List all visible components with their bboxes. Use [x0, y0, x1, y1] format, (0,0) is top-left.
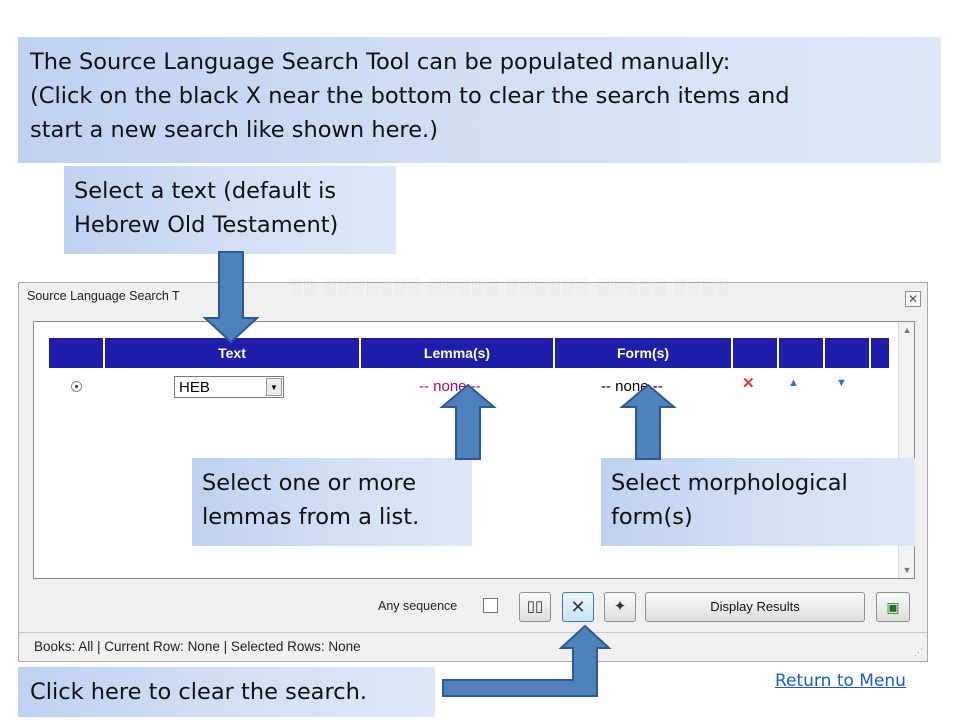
lemma-selector[interactable]: -- none --: [419, 378, 481, 395]
scroll-up-icon[interactable]: ▲: [899, 322, 915, 338]
header-forms[interactable]: Form(s): [555, 338, 733, 368]
export-button[interactable]: ▣: [876, 592, 910, 622]
select-lemmas-line-1: Select one or more: [202, 470, 417, 496]
intro-line-3: start a new search like shown here.): [30, 117, 438, 143]
scroll-down-icon[interactable]: ▼: [899, 562, 915, 578]
select-text-line-1: Select a text (default is: [74, 178, 337, 204]
text-select-value: HEB: [179, 379, 210, 396]
intro-callout: The Source Language Search Tool can be p…: [18, 37, 941, 163]
select-forms-line-1: Select morphological: [611, 470, 848, 496]
book-filter-button[interactable]: ▯▯: [519, 592, 551, 622]
row-select-radio[interactable]: [71, 381, 82, 392]
header-delete-col: [733, 338, 779, 368]
any-sequence-label: Any sequence: [378, 599, 458, 613]
clear-search-callout: Click here to clear the search.: [18, 667, 435, 717]
clear-search-button[interactable]: ✕: [562, 592, 594, 622]
select-text-line-2: Hebrew Old Testament): [74, 212, 339, 238]
export-icon: ▣: [886, 599, 900, 615]
status-text: Books: All | Current Row: None | Selecte…: [34, 639, 361, 654]
select-lemmas-line-2: lemmas from a list.: [202, 504, 420, 530]
header-text[interactable]: Text: [105, 338, 361, 368]
return-to-menu-link[interactable]: Return to Menu: [775, 671, 906, 691]
clear-search-line-1: Click here to clear the search.: [30, 679, 367, 705]
header-extra-col: [871, 338, 891, 368]
any-sequence-checkbox[interactable]: [483, 598, 498, 613]
window-title: Source Language Search T: [27, 289, 180, 303]
options-icon: ✦: [613, 598, 627, 615]
header-select-col: [49, 338, 105, 368]
text-select-dropdown[interactable]: HEB ▼: [174, 376, 284, 398]
settings-button[interactable]: ✦: [604, 592, 636, 622]
select-forms-line-2: form(s): [611, 504, 693, 530]
intro-line-2: (Click on the black X near the bottom to…: [30, 83, 790, 109]
move-down-icon[interactable]: ▼: [836, 377, 847, 389]
select-lemmas-callout: Select one or more lemmas from a list.: [192, 458, 472, 546]
select-forms-callout: Select morphological form(s): [601, 458, 915, 546]
move-up-icon[interactable]: ▲: [788, 377, 799, 389]
books-icon: ▯▯: [526, 598, 544, 615]
header-down-col: [825, 338, 871, 368]
close-icon[interactable]: ✕: [905, 291, 921, 307]
resize-grip-icon[interactable]: ⋰: [914, 647, 923, 658]
form-selector[interactable]: -- none --: [601, 378, 663, 395]
display-results-button[interactable]: Display Results: [645, 592, 865, 622]
select-text-callout: Select a text (default is Hebrew Old Tes…: [64, 166, 396, 254]
clear-x-icon: ✕: [570, 597, 586, 617]
delete-row-icon[interactable]: ✕: [742, 374, 755, 392]
header-lemmas[interactable]: Lemma(s): [361, 338, 555, 368]
status-bar: Books: All | Current Row: None | Selecte…: [19, 632, 927, 661]
chevron-down-icon[interactable]: ▼: [266, 378, 282, 396]
background-ghost-text: ░░ ░░░░░░░ ░░░░░ ░░░░░░ ░░░░░ ░░░░: [289, 277, 730, 296]
header-up-col: [779, 338, 825, 368]
intro-line-1: The Source Language Search Tool can be p…: [30, 49, 731, 75]
